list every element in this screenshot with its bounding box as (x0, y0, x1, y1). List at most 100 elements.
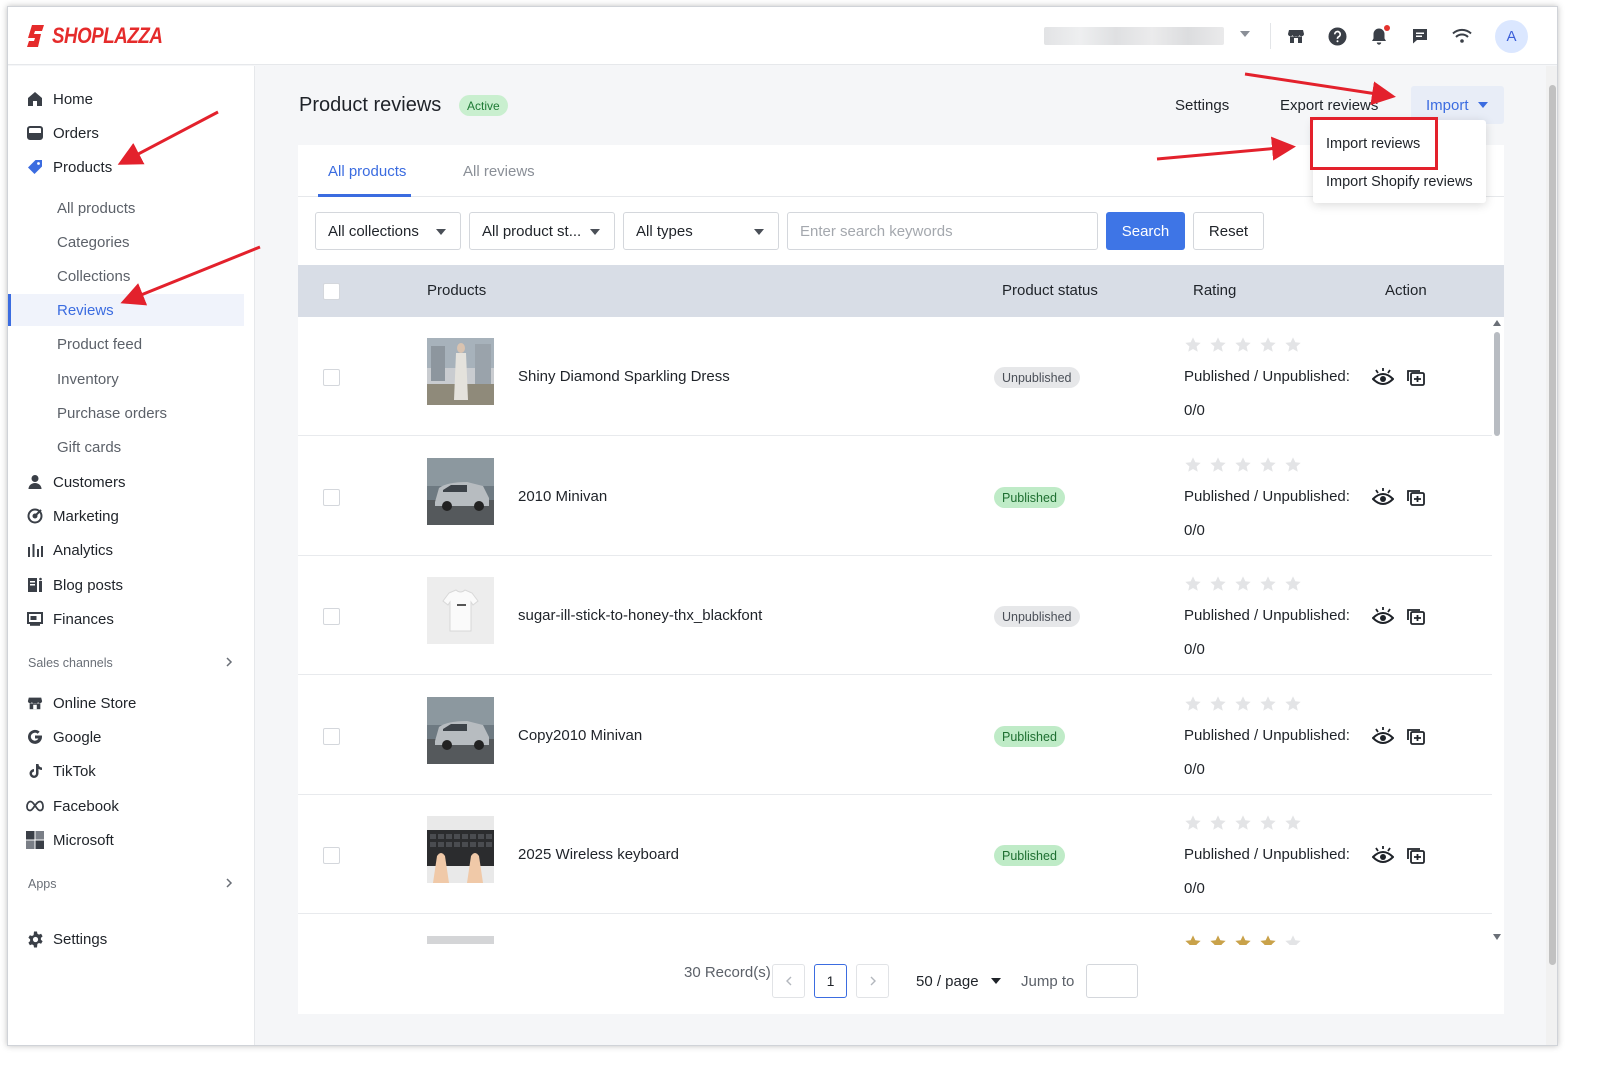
review-count: 0/0 (1184, 880, 1205, 897)
reviews-icon[interactable] (1406, 607, 1426, 627)
sidebar-item-label: Orders (53, 124, 99, 142)
product-name[interactable]: 2025 Wireless keyboard (518, 846, 679, 863)
search-input[interactable] (787, 212, 1098, 250)
sidebar-item-analytics[interactable]: Analytics (8, 535, 255, 565)
help-icon[interactable] (1325, 24, 1349, 48)
chevron-down-icon[interactable] (1240, 31, 1250, 37)
sidebar-item-products[interactable]: Products (8, 152, 255, 182)
microsoft-icon (26, 831, 44, 849)
sidebar-subitem-collections[interactable]: Collections (8, 260, 255, 292)
sidebar-item-settings[interactable]: Settings (8, 924, 255, 954)
brand-logo[interactable]: SHOPLAZZA (26, 23, 182, 49)
chevron-right-icon[interactable] (224, 657, 234, 667)
active-highlight (8, 294, 244, 326)
table-row[interactable]: 2010 Minivan Published Published / Unpubli… (298, 437, 1492, 556)
sidebar: Home Orders Products All products Catego… (8, 66, 255, 1045)
row-checkbox[interactable] (323, 369, 340, 386)
search-button[interactable]: Search (1106, 212, 1185, 250)
row-checkbox[interactable] (323, 847, 340, 864)
sidebar-item-label: Finances (53, 610, 114, 628)
sidebar-item-marketing[interactable]: Marketing (8, 501, 255, 531)
table-scrollbar-thumb[interactable] (1494, 332, 1500, 436)
sidebar-subitem-label: Gift cards (57, 438, 122, 456)
reviews-icon[interactable] (1406, 488, 1426, 508)
select-all-checkbox[interactable] (323, 283, 340, 300)
scroll-down-icon[interactable] (1493, 934, 1501, 940)
sidebar-subitem-purchase-orders[interactable]: Purchase orders (8, 397, 255, 429)
store-selector[interactable] (1044, 27, 1224, 45)
reviews-icon[interactable] (1406, 846, 1426, 866)
wifi-icon[interactable] (1450, 24, 1474, 48)
page-1-button[interactable]: 1 (814, 964, 847, 998)
view-icon[interactable] (1372, 845, 1394, 867)
sidebar-subitem-product-feed[interactable]: Product feed (8, 328, 255, 360)
view-icon[interactable] (1372, 367, 1394, 389)
star-icon (1235, 576, 1251, 591)
rating-stars (1184, 336, 1302, 354)
types-filter[interactable]: All types (623, 212, 779, 250)
apps-header: Apps (28, 877, 57, 891)
bell-icon[interactable] (1367, 24, 1391, 48)
next-page-button[interactable] (856, 964, 889, 998)
collections-filter[interactable]: All collections (315, 212, 461, 250)
star-icon (1260, 696, 1276, 711)
store-icon[interactable] (1284, 24, 1308, 48)
table-row-partial[interactable] (298, 915, 1492, 945)
sidebar-item-tiktok[interactable]: TikTok (8, 756, 255, 786)
sidebar-item-google[interactable]: Google (8, 722, 255, 752)
tab-all-reviews[interactable]: All reviews (463, 163, 535, 180)
sidebar-subitem-gift-cards[interactable]: Gift cards (8, 431, 255, 463)
product-name[interactable]: Shiny Diamond Sparkling Dress (518, 368, 730, 385)
page-size-select[interactable]: 50 / page (916, 964, 1001, 998)
sidebar-subitem-all-products[interactable]: All products (8, 192, 255, 224)
sidebar-item-facebook[interactable]: Facebook (8, 791, 255, 821)
row-checkbox[interactable] (323, 608, 340, 625)
sidebar-item-online-store[interactable]: Online Store (8, 688, 255, 718)
scroll-up-icon[interactable] (1493, 320, 1501, 326)
table-row[interactable]: 2025 Wireless keyboard Published Published… (298, 795, 1492, 914)
sidebar-item-label: Google (53, 728, 102, 746)
table-row[interactable]: Copy2010 Minivan Published Published / Unp… (298, 676, 1492, 795)
chevron-right-icon[interactable] (224, 878, 234, 888)
table-row[interactable]: sugar-ill-stick-to-honey-thx_blackfont Un… (298, 556, 1492, 675)
sidebar-subitem-inventory[interactable]: Inventory (8, 363, 255, 395)
star-icon (1285, 696, 1301, 711)
sidebar-subitem-reviews[interactable]: Reviews (8, 294, 255, 326)
status-filter[interactable]: All product st... (469, 212, 615, 250)
product-name[interactable]: sugar-ill-stick-to-honey-thx_blackfont (518, 607, 762, 624)
message-icon[interactable] (1408, 24, 1432, 48)
caret-down-icon (590, 229, 600, 235)
table-row[interactable]: Shiny Diamond Sparkling Dress Unpublished… (298, 317, 1492, 436)
reset-button[interactable]: Reset (1193, 212, 1264, 250)
page-scrollbar-thumb[interactable] (1549, 85, 1556, 965)
reviews-icon[interactable] (1406, 727, 1426, 747)
row-checkbox[interactable] (323, 489, 340, 506)
export-reviews-link[interactable]: Export reviews (1280, 97, 1378, 114)
status-badge: Active (459, 95, 508, 116)
view-icon[interactable] (1372, 606, 1394, 628)
product-name[interactable]: 2010 Minivan (518, 488, 607, 505)
view-icon[interactable] (1372, 487, 1394, 509)
sidebar-item-microsoft[interactable]: Microsoft (8, 825, 255, 855)
caret-down-icon (990, 978, 1001, 984)
prev-page-button[interactable] (772, 964, 805, 998)
star-icon (1235, 457, 1251, 472)
sidebar-item-finances[interactable]: Finances (8, 604, 255, 634)
import-shopify-reviews-option[interactable]: Import Shopify reviews (1326, 174, 1473, 190)
settings-link[interactable]: Settings (1175, 97, 1229, 114)
reviews-icon[interactable] (1406, 368, 1426, 388)
chevron-left-icon (785, 976, 791, 986)
sidebar-item-blog-posts[interactable]: Blog posts (8, 570, 255, 600)
jump-to-input[interactable] (1086, 964, 1138, 998)
row-checkbox[interactable] (323, 728, 340, 745)
sidebar-item-customers[interactable]: Customers (8, 467, 255, 497)
sidebar-item-home[interactable]: Home (8, 84, 255, 114)
star-icon (1210, 337, 1226, 352)
view-icon[interactable] (1372, 726, 1394, 748)
sidebar-item-orders[interactable]: Orders (8, 118, 255, 148)
tab-all-products[interactable]: All products (328, 163, 406, 180)
avatar[interactable]: A (1495, 20, 1528, 53)
product-name[interactable]: Copy2010 Minivan (518, 727, 642, 744)
star-icon (1235, 815, 1251, 830)
sidebar-subitem-categories[interactable]: Categories (8, 226, 255, 258)
